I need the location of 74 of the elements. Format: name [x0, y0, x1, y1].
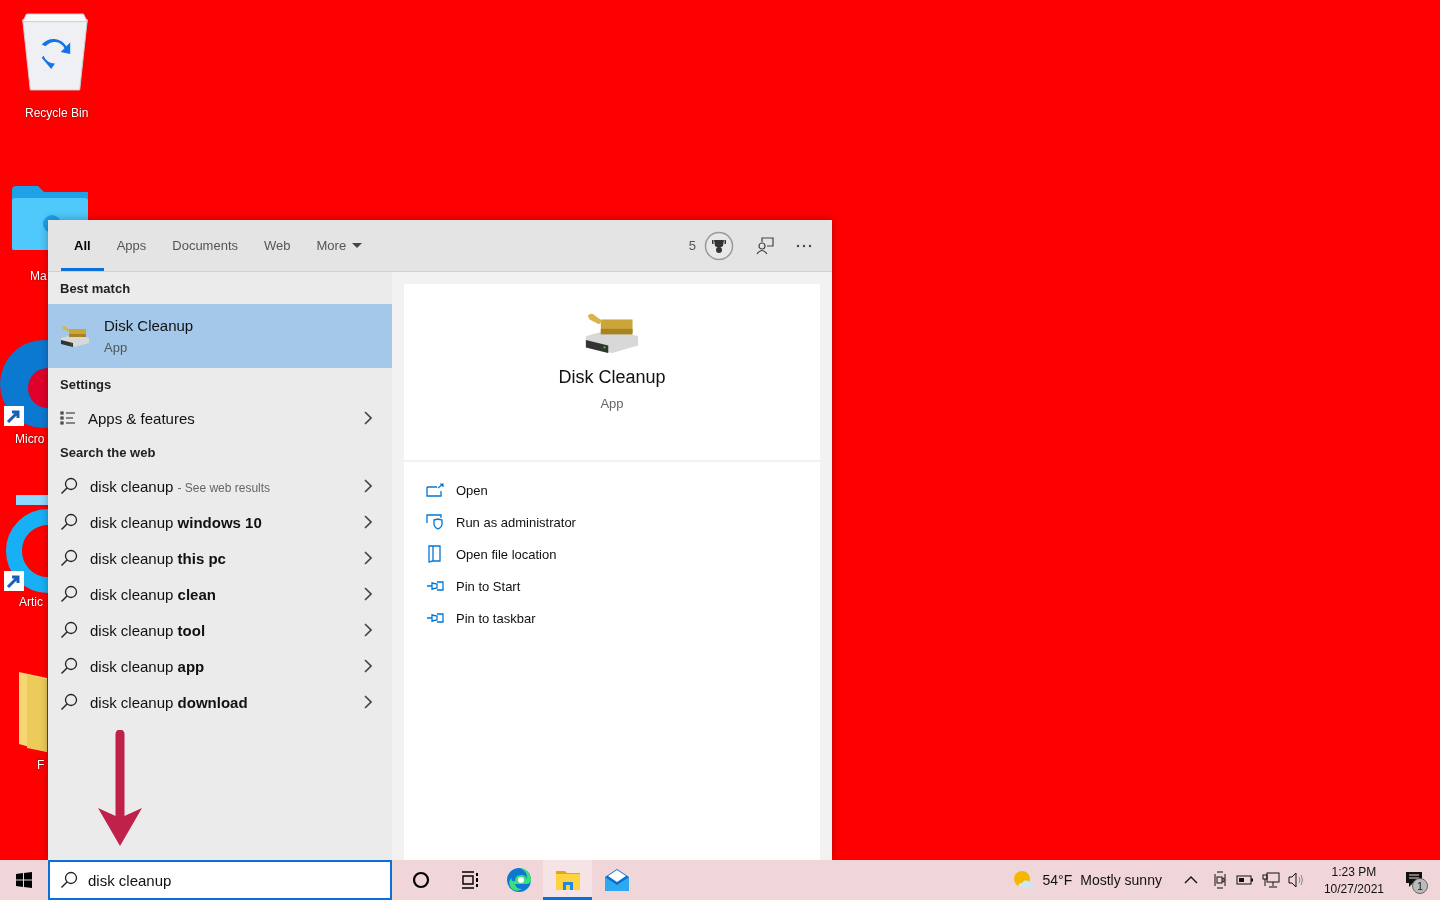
chevron-up-icon[interactable]: [1183, 876, 1198, 884]
document-icon: [426, 545, 444, 563]
camera-icon[interactable]: [1211, 871, 1228, 889]
action-item[interactable]: Pin to Start: [426, 570, 798, 602]
windows-icon[interactable]: [16, 872, 32, 888]
search-icon: [60, 513, 78, 531]
mail-icon: [604, 869, 629, 891]
result-item[interactable]: Apps & features: [88, 409, 352, 427]
action-item[interactable]: Pin to taskbar: [426, 602, 798, 634]
chevron-right-icon: [364, 515, 372, 529]
action-item[interactable]: Open: [426, 474, 798, 506]
temperature: 54°F: [1042, 872, 1073, 888]
tab[interactable]: Documents: [159, 223, 251, 271]
action-item[interactable]: Run as administrator: [426, 506, 798, 538]
app-type: App: [600, 396, 624, 412]
chevron-right-icon: [364, 411, 372, 425]
battery-icon[interactable]: [1235, 875, 1254, 885]
weather-condition: Mostly sunny: [1080, 872, 1162, 888]
chevron-right-icon: [364, 623, 372, 637]
search-icon: [60, 621, 78, 639]
icon-label: Recycle Bin: [25, 106, 89, 120]
tab[interactable]: Apps: [103, 223, 160, 271]
web-suggestion[interactable]: disk cleanup app: [90, 657, 352, 675]
chevron-right-icon: [364, 659, 372, 673]
web-suggestion[interactable]: disk cleanup - See web results: [90, 477, 352, 495]
chevron-right-icon: [364, 695, 372, 709]
web-suggestion[interactable]: disk cleanup download: [90, 693, 352, 711]
list-icon: [60, 411, 76, 425]
action-item[interactable]: Open file location: [426, 538, 798, 570]
speaker-icon[interactable]: [1287, 872, 1306, 888]
search-icon: [60, 549, 78, 567]
feedback-icon[interactable]: [756, 236, 774, 255]
icon-label: Micro: [15, 432, 45, 446]
icon-label: Ma: [30, 269, 47, 283]
pin-icon: [426, 580, 444, 592]
web-suggestion[interactable]: disk cleanup windows 10: [90, 513, 352, 531]
tab[interactable]: More: [303, 223, 376, 271]
circle-icon: [410, 870, 431, 890]
notification-badge: 1: [1412, 878, 1428, 894]
search-icon: [60, 477, 78, 495]
chevron-right-icon: [364, 587, 372, 601]
best-match-item[interactable]: Disk Cleanup App: [48, 304, 392, 368]
app-title: Disk Cleanup: [558, 367, 666, 389]
icon-label: Artic: [19, 595, 43, 609]
search-icon: [60, 657, 78, 675]
chevron-right-icon: [364, 551, 372, 565]
web-suggestion[interactable]: disk cleanup this pc: [90, 549, 352, 567]
search-icon: [60, 693, 78, 711]
points-count: 5: [688, 238, 696, 253]
section-heading: Settings: [59, 375, 113, 394]
browser-icon: [505, 867, 532, 893]
open-window-icon: [426, 483, 444, 497]
tab[interactable]: Web: [251, 223, 304, 271]
pin-icon: [426, 612, 444, 624]
web-suggestion[interactable]: disk cleanup clean: [90, 585, 352, 603]
sun-cloud-icon: [1012, 870, 1035, 890]
chevron-right-icon: [364, 479, 372, 493]
network-icon[interactable]: [1261, 872, 1280, 888]
search-icon: [60, 585, 78, 603]
more-options-icon[interactable]: [796, 243, 812, 248]
web-suggestion[interactable]: disk cleanup tool: [90, 621, 352, 639]
disk-cleanup-icon: [584, 312, 640, 354]
search-icon: [60, 871, 78, 889]
task-view-icon: [459, 870, 480, 890]
clock[interactable]: 1:23 PM 10/27/2021: [1313, 864, 1394, 896]
search-field[interactable]: disk cleanup: [48, 860, 392, 900]
folder-icon: [555, 869, 580, 891]
disk-cleanup-icon: [60, 325, 90, 347]
icon-label: F: [37, 758, 45, 772]
section-heading: Best match: [59, 279, 132, 298]
tab[interactable]: All: [61, 223, 104, 271]
trophy-icon[interactable]: [704, 230, 734, 261]
shield-icon: [426, 514, 444, 530]
section-heading: Search the web: [59, 443, 157, 462]
